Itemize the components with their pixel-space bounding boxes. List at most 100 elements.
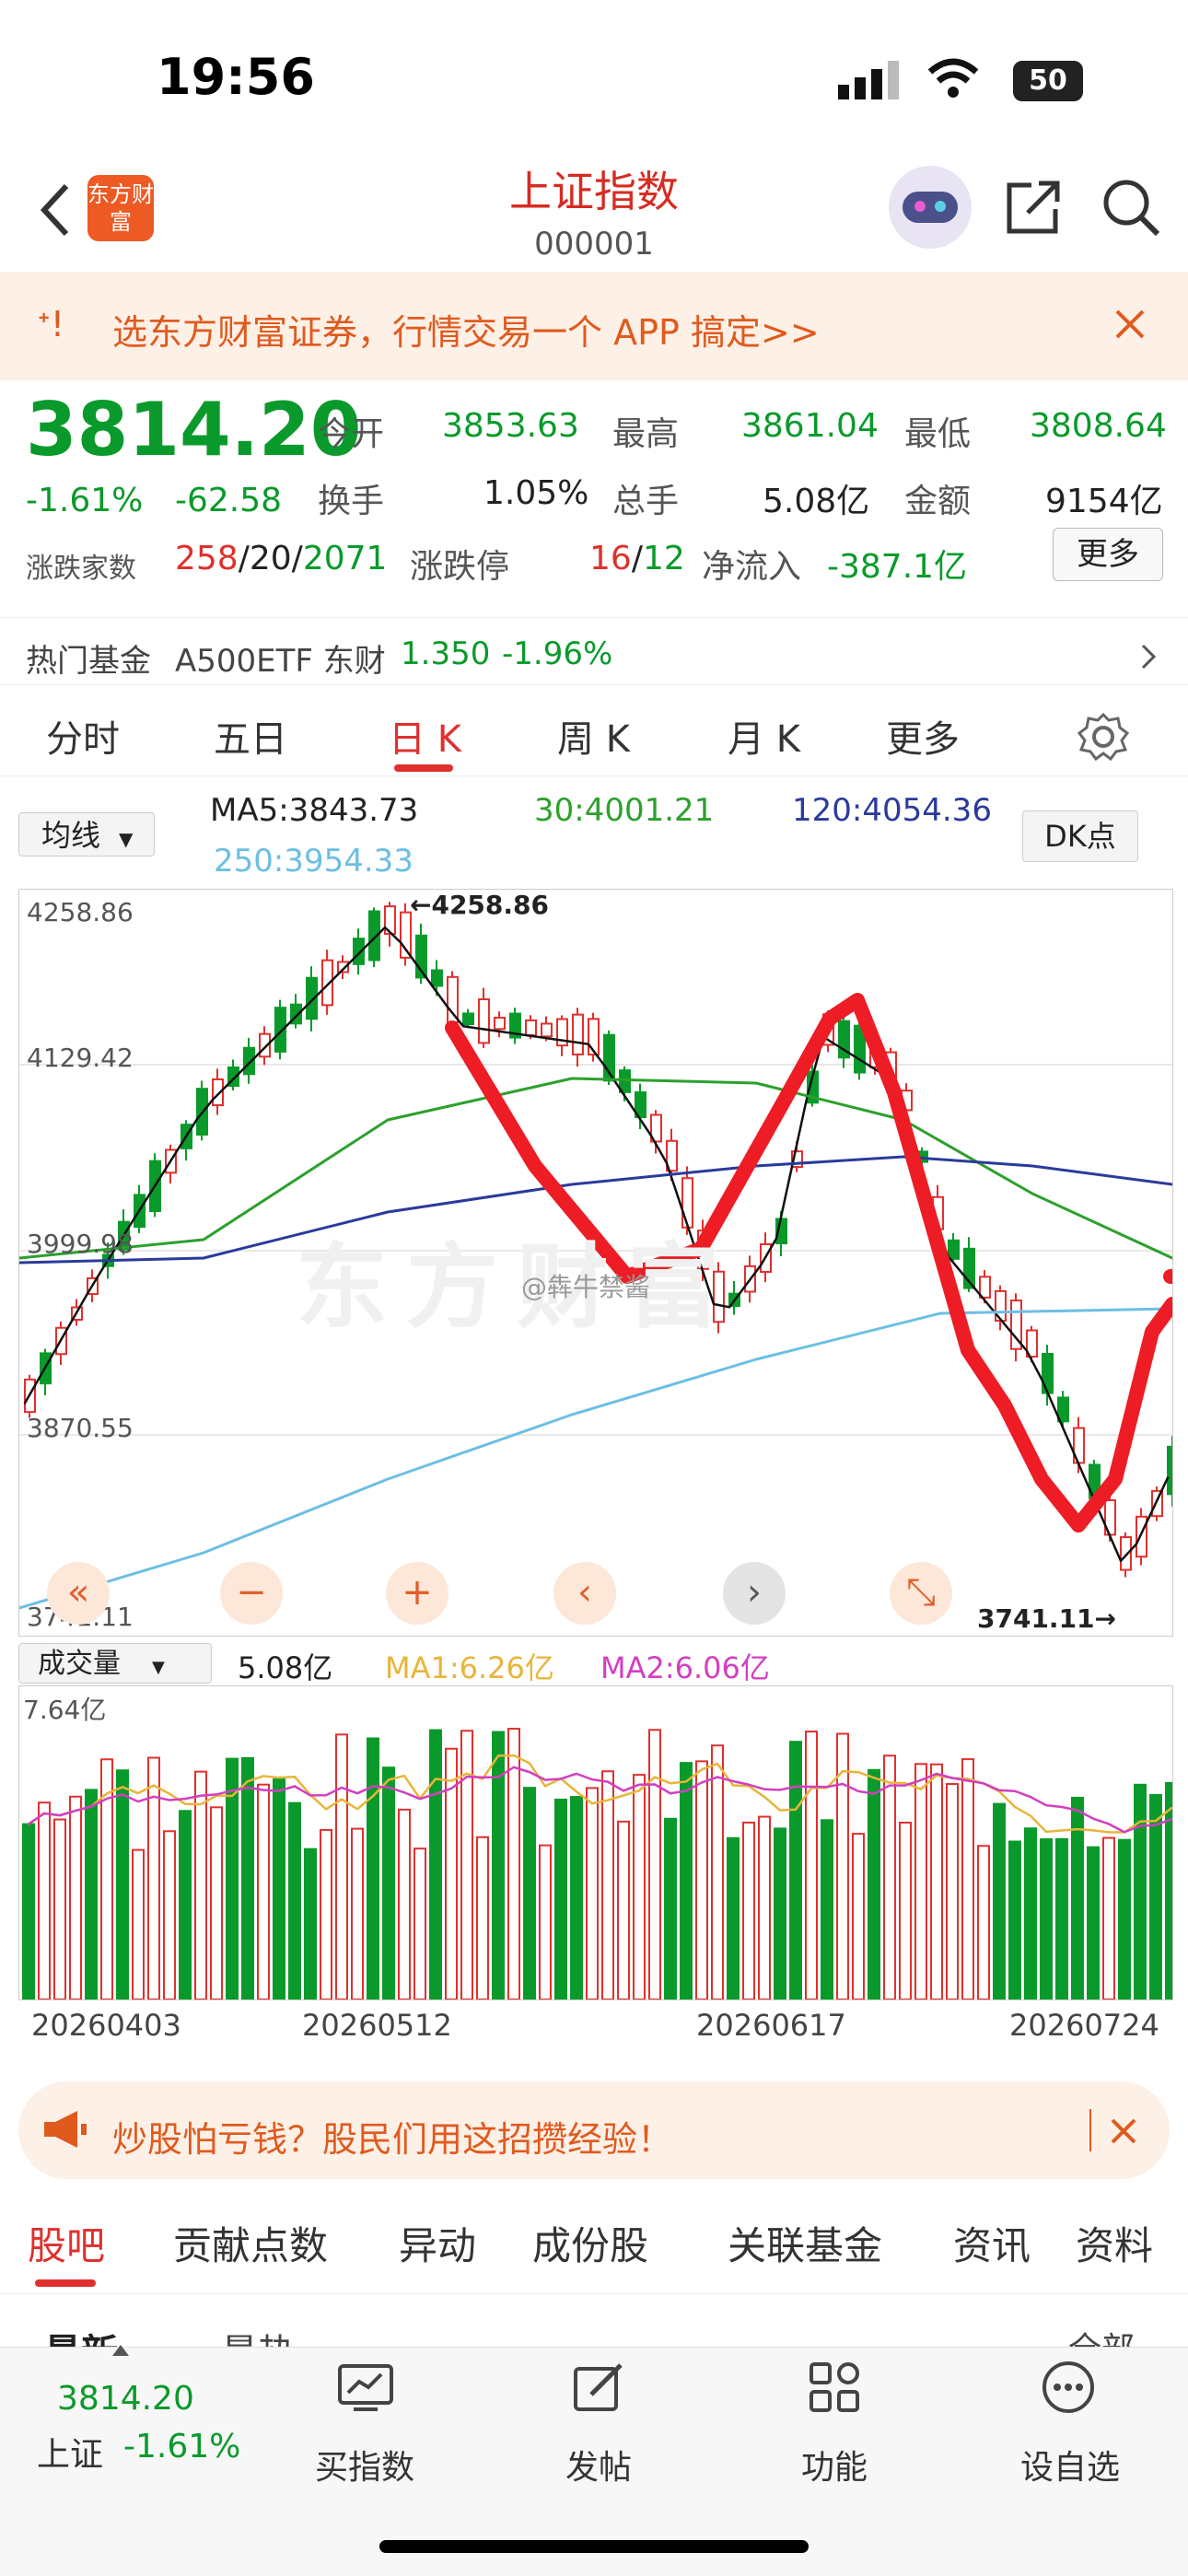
volume-bar [774, 1827, 786, 1999]
caret-up-icon[interactable] [112, 2345, 129, 2356]
volume-bar [257, 1783, 270, 1999]
volume-ma2: MA2:6.06亿 [600, 1650, 770, 1685]
low-label: 最低 [904, 415, 972, 453]
scroll-left-fast-button[interactable]: « [47, 1562, 110, 1625]
weibo-watermark: @犇牛禁酱 [521, 1272, 651, 1302]
promo-divider [1089, 2109, 1091, 2151]
high-label: 最高 [612, 415, 680, 453]
candle [1167, 1445, 1172, 1496]
volume-bar [1024, 1827, 1037, 1999]
amount-label: 金额 [904, 483, 972, 520]
hot-fund-name[interactable]: A500ETF 东财 [175, 635, 386, 681]
signal-icon [838, 61, 899, 99]
volume-bar [601, 1770, 614, 1999]
close-icon[interactable] [1114, 309, 1146, 340]
low-marker: 3741.11→ [977, 1603, 1116, 1634]
volume-bar [492, 1731, 505, 1999]
post-button[interactable]: 发帖 [565, 2441, 632, 2489]
fullscreen-button[interactable]: ⤡ [890, 1562, 952, 1625]
volume-bar [664, 1817, 677, 1999]
tab-intraday[interactable]: 分时 [46, 709, 120, 763]
buy-index-button[interactable]: 买指数 [315, 2441, 414, 2489]
candle [541, 1022, 553, 1038]
banner-text[interactable]: 选东方财富证券，行情交易一个 APP 搞定>> [112, 304, 820, 355]
dk-point-button[interactable]: DK点 [1022, 810, 1138, 862]
chevron-right-icon[interactable] [1139, 642, 1158, 671]
current-price: 3814.20 [26, 387, 362, 472]
tab-contribution[interactable]: 贡献点数 [173, 2215, 328, 2271]
volume-bar [85, 1789, 98, 1999]
tab-monthly-k[interactable]: 月 K [728, 709, 800, 763]
edit-icon[interactable] [573, 2361, 626, 2413]
more-button[interactable]: 更多 [1053, 528, 1163, 581]
candle [525, 1019, 537, 1037]
volume-bar [1134, 1783, 1147, 1999]
tab-related-funds[interactable]: 关联基金 [728, 2215, 882, 2271]
volume-bar [398, 1808, 411, 1999]
share-icon[interactable] [1004, 180, 1065, 237]
volume-bar [69, 1795, 82, 1999]
volume-bar [523, 1787, 536, 1999]
tab-more[interactable]: 更多 [886, 709, 960, 763]
hot-fund-change: -1.96% [502, 635, 613, 672]
volume-bar [241, 1756, 254, 1999]
more-dots-icon[interactable] [1041, 2360, 1096, 2415]
volume-bar [977, 1845, 990, 1999]
step-left-button[interactable]: ‹ [553, 1562, 616, 1625]
volume-bar [554, 1798, 567, 1999]
dock-index-change[interactable]: -1.61% [123, 2428, 240, 2465]
volume-bar [617, 1820, 630, 1999]
volume-selector[interactable]: 成交量 ▼ [18, 1643, 212, 1684]
assistant-avatar[interactable] [889, 166, 972, 249]
volume-chart[interactable]: 7.64亿 [18, 1685, 1173, 2000]
kline-chart[interactable]: 东方财富 4258.86 4129.42 3999.98 3870.55 374… [18, 889, 1173, 1637]
volume-bar [335, 1733, 348, 1999]
tab-news[interactable]: 资讯 [953, 2215, 1031, 2271]
volume-bar [883, 1754, 896, 1999]
ma30-label: 30:4001.21 [534, 792, 715, 829]
zoom-in-button[interactable]: + [386, 1562, 448, 1625]
volume-bar [179, 1810, 192, 1999]
volume-bar [680, 1762, 693, 1999]
volume-bar [476, 1836, 489, 1999]
promo-text[interactable]: 炒股怕亏钱？股民们用这招攒经验！ [112, 2111, 672, 2162]
volume-bar [1118, 1838, 1131, 1999]
tab-daily-k[interactable]: 日 K [389, 709, 461, 763]
search-icon[interactable] [1101, 177, 1163, 239]
tab-guba[interactable]: 股吧 [28, 2215, 105, 2271]
volume-bar [758, 1815, 771, 1999]
zoom-out-button[interactable]: − [220, 1562, 283, 1625]
volume-bar [930, 1763, 943, 1999]
tab-weekly-k[interactable]: 周 K [557, 709, 630, 763]
netflow-value: -387.1亿 [827, 548, 968, 586]
volume-bar [147, 1756, 160, 1999]
candle [1120, 1536, 1132, 1571]
ma-selector[interactable]: 均线 ▼ [18, 812, 155, 857]
volume-bar [570, 1796, 583, 1999]
add-watchlist-button[interactable]: 设自选 [1020, 2441, 1120, 2489]
tab-profile[interactable]: 资料 [1076, 2215, 1153, 2271]
tab-movement[interactable]: 异动 [399, 2215, 476, 2271]
volume-bar [460, 1730, 473, 1999]
battery-indicator: 50 [1013, 61, 1083, 101]
volume-bar [586, 1787, 599, 1999]
tab-five-day[interactable]: 五日 [214, 709, 287, 763]
change-value: -62.58 [175, 482, 283, 519]
settings-gear-icon[interactable] [1077, 711, 1129, 763]
dock-index-name[interactable]: 上证 [37, 2428, 103, 2476]
promo-close-icon[interactable] [1111, 2118, 1136, 2144]
tab-components[interactable]: 成份股 [532, 2215, 648, 2271]
volume-bar [695, 1760, 708, 1999]
chart-icon[interactable] [337, 2363, 394, 2411]
features-button[interactable]: 功能 [801, 2441, 868, 2489]
watermark: 东方财富 [296, 1233, 738, 1341]
amount-value: 9154亿 [1045, 483, 1163, 520]
grid-icon[interactable] [809, 2361, 860, 2413]
volume-bar [727, 1836, 740, 1999]
breadth-label: 涨跌家数 [26, 553, 136, 585]
step-right-button[interactable]: › [723, 1562, 786, 1625]
volume-bar [914, 1763, 927, 1999]
volume-bar [789, 1741, 802, 1999]
dock-index-price[interactable]: 3814.20 [57, 2380, 194, 2418]
volume-bar [288, 1801, 301, 1999]
